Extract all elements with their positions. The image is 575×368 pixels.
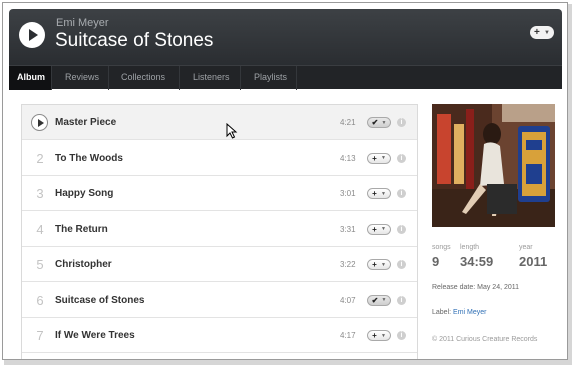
info-icon[interactable]: i (397, 260, 406, 269)
track-list: Master Piece 4:21 ✔ ▼ i 2 To The Woods 4:13 + ▼ i 3… (21, 104, 418, 359)
in-collection-button[interactable]: ✔ ▼ (367, 117, 391, 128)
track-title[interactable]: The Return (55, 212, 108, 247)
plus-icon: + (372, 260, 377, 269)
label-link[interactable]: Emi Meyer (453, 309, 486, 316)
release-year: 2011 (519, 254, 548, 269)
track-length: 3:01 (340, 189, 356, 198)
track-title[interactable]: Happy Song (55, 176, 113, 211)
length-label: length (460, 244, 480, 251)
track-length: 4:07 (340, 295, 356, 305)
album-window: Emi Meyer Suitcase of Stones + ▼ Album R… (2, 2, 568, 360)
tab-listeners[interactable]: Listeners (180, 66, 241, 90)
chevron-down-icon: ▼ (380, 155, 386, 161)
add-track-button[interactable]: + ▼ (367, 259, 391, 270)
play-track-button[interactable] (31, 114, 48, 131)
album-length: 34:59 (460, 254, 494, 269)
info-icon[interactable]: i (397, 189, 406, 198)
play-icon (29, 29, 38, 41)
info-icon[interactable]: i (397, 331, 406, 340)
chevron-down-icon: ▼ (381, 119, 387, 126)
album-cover-image[interactable] (432, 104, 555, 227)
plus-icon: + (372, 153, 377, 163)
track-title[interactable]: To The Woods (55, 141, 123, 176)
chevron-down-icon: ▼ (380, 332, 386, 339)
track-title[interactable]: Suitcase of Stones (55, 283, 144, 318)
album-header: Emi Meyer Suitcase of Stones + ▼ (9, 9, 562, 65)
add-track-button[interactable]: + ▼ (367, 152, 391, 164)
copyright: © 2011 Curious Creature Records (432, 336, 538, 343)
track-length: 4:17 (340, 331, 356, 340)
track-length: 3:22 (340, 260, 356, 269)
tab-playlists[interactable]: Playlists (241, 66, 297, 90)
label-line: Label: Emi Meyer (432, 309, 486, 316)
track-number: 3 (36, 186, 44, 201)
plus-icon: + (372, 189, 377, 198)
checkmark-icon: ✔ (371, 295, 379, 305)
chevron-down-icon: ▼ (380, 261, 386, 268)
track-number: 6 (36, 292, 44, 308)
track-row[interactable]: 3 Happy Song 3:01 + ▼ i (22, 176, 417, 211)
track-length: 4:13 (340, 153, 356, 163)
songs-label: songs (432, 244, 451, 251)
mouse-cursor-icon (226, 123, 238, 139)
tab-album[interactable]: Album (9, 66, 52, 90)
track-row[interactable]: 7 If We Were Trees 4:17 + ▼ i (22, 318, 417, 353)
tab-reviews[interactable]: Reviews (52, 66, 109, 90)
year-label: year (519, 244, 533, 251)
add-track-button[interactable]: + ▼ (367, 223, 391, 235)
plus-icon: + (534, 27, 540, 38)
track-number: 7 (36, 328, 44, 343)
track-row[interactable]: 4 The Return 3:31 + ▼ i (22, 212, 417, 247)
track-title[interactable]: Master Piece (55, 105, 116, 140)
chevron-down-icon: ▼ (381, 297, 387, 303)
chevron-down-icon: ▼ (543, 29, 550, 36)
track-number: 5 (36, 257, 44, 272)
artist-name[interactable]: Emi Meyer (56, 17, 109, 29)
album-title: Suitcase of Stones (55, 30, 214, 51)
plus-icon: + (372, 331, 377, 340)
track-row[interactable]: Master Piece 4:21 ✔ ▼ i (22, 105, 417, 140)
tab-collections[interactable]: Collections (109, 66, 180, 90)
add-album-button[interactable]: + ▼ (530, 26, 554, 39)
chevron-down-icon: ▼ (380, 226, 386, 232)
track-length: 4:21 (340, 118, 356, 127)
info-icon[interactable]: i (397, 153, 406, 163)
track-row[interactable]: 5 Christopher 3:22 + ▼ i (22, 247, 417, 282)
in-collection-button[interactable]: ✔ ▼ (367, 294, 391, 306)
track-number: 4 (36, 221, 44, 237)
add-track-button[interactable]: + ▼ (367, 330, 391, 341)
info-icon[interactable]: i (397, 295, 406, 305)
add-track-button[interactable]: + ▼ (367, 188, 391, 199)
play-icon (37, 118, 44, 127)
track-title[interactable]: Christopher (55, 247, 112, 282)
label-prefix: Label: (432, 309, 452, 316)
info-icon[interactable]: i (397, 224, 406, 234)
plus-icon: + (372, 224, 377, 234)
play-album-button[interactable] (19, 22, 45, 48)
track-row[interactable]: 2 To The Woods 4:13 + ▼ i (22, 141, 417, 176)
info-icon[interactable]: i (397, 118, 406, 127)
chevron-down-icon: ▼ (380, 190, 386, 197)
track-row[interactable]: 6 Suitcase of Stones 4:07 ✔ ▼ i (22, 283, 417, 318)
track-length: 3:31 (340, 224, 356, 234)
track-title[interactable]: If We Were Trees (55, 318, 135, 353)
release-date: Release date: May 24, 2011 (432, 284, 520, 291)
checkmark-icon: ✔ (371, 118, 379, 127)
tab-bar: Album Reviews Collections Listeners Play… (9, 65, 562, 90)
songs-count: 9 (432, 254, 440, 269)
screenshot-frame: Emi Meyer Suitcase of Stones + ▼ Album R… (0, 0, 575, 368)
track-number: 2 (36, 150, 44, 166)
